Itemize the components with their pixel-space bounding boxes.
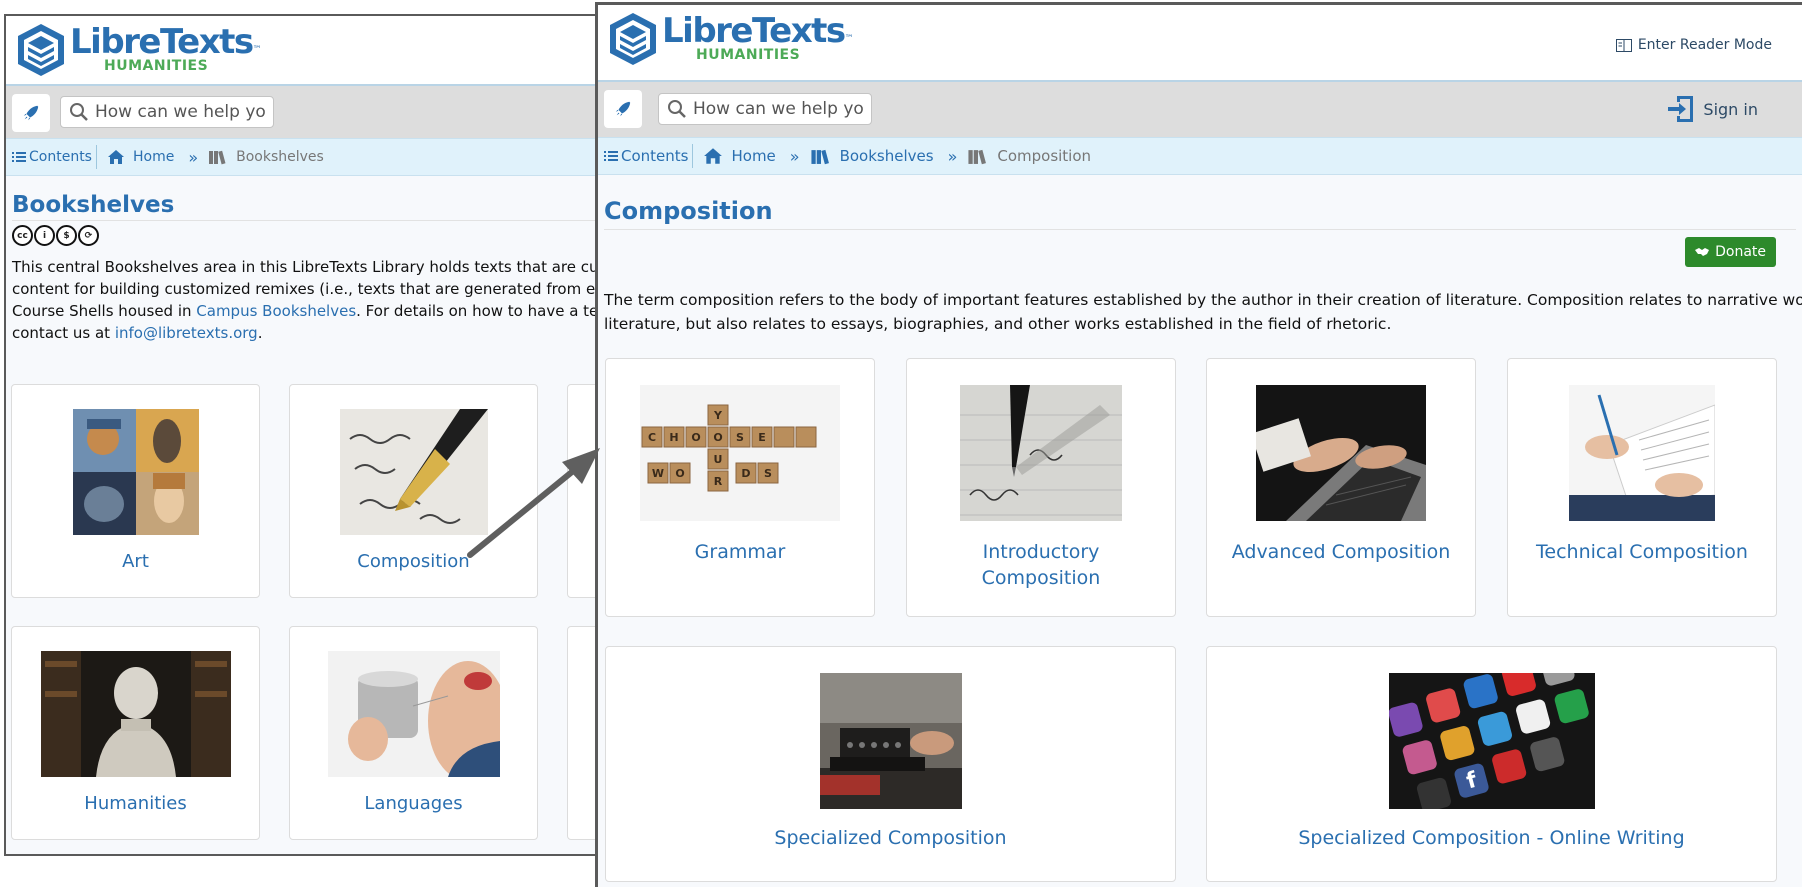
svg-text:D: D (741, 467, 750, 480)
search-icon (668, 100, 686, 118)
page-description: This central Bookshelves area in this Li… (12, 258, 692, 342)
card-specialized-composition[interactable]: Specialized Composition (605, 646, 1176, 882)
card-introductory-composition[interactable]: Introductory Composition (906, 358, 1176, 617)
libretexts-logo[interactable]: LibreTexts™ HUMANITIES (606, 11, 854, 67)
advanced-composition-thumbnail (1256, 385, 1426, 521)
card-label: Advanced Composition (1231, 541, 1451, 563)
books-icon (209, 150, 226, 165)
libretexts-logo-icon (610, 13, 656, 65)
contents-button[interactable]: Contents (598, 144, 694, 168)
svg-text:E: E (758, 431, 766, 444)
card-composition[interactable]: Composition (289, 384, 538, 598)
rocket-button[interactable] (604, 90, 642, 128)
svg-text:O: O (691, 431, 700, 444)
libretexts-logo-icon (18, 24, 64, 76)
rocket-button[interactable] (12, 94, 50, 132)
page-content: Composition (598, 175, 1802, 230)
card-technical-composition[interactable]: Technical Composition (1507, 358, 1777, 617)
sign-in-button[interactable]: Sign in (1667, 94, 1758, 124)
list-icon (604, 151, 618, 161)
card-label: Art (122, 551, 149, 572)
sa-icon: ⟳ (78, 225, 99, 246)
search-input[interactable] (95, 102, 265, 122)
card-humanities[interactable]: Humanities (11, 626, 260, 840)
card-label: Humanities (84, 793, 187, 814)
chevron-right-icon: » (789, 146, 800, 166)
donate-button[interactable]: Donate (1685, 237, 1776, 267)
card-label: Technical Composition (1536, 541, 1748, 563)
breadcrumb-composition[interactable]: Composition (967, 147, 1091, 165)
sign-in-icon (1668, 96, 1694, 122)
campus-bookshelves-link[interactable]: Campus Bookshelves (196, 302, 356, 320)
humanities-thumbnail (40, 651, 231, 777)
search-icon (70, 103, 88, 121)
svg-text:H: H (669, 431, 678, 444)
card-label: Grammar (694, 541, 786, 563)
by-icon: i (34, 225, 55, 246)
contents-button[interactable]: Contents (6, 145, 97, 169)
chevron-right-icon: » (947, 146, 958, 166)
svg-text:Y: Y (713, 409, 723, 422)
list-icon (12, 152, 26, 162)
rocket-icon (615, 101, 631, 117)
svg-text:C: C (648, 431, 656, 444)
card-languages[interactable]: Languages (289, 626, 538, 840)
technical-composition-thumbnail (1569, 385, 1715, 521)
introductory-composition-thumbnail (960, 385, 1122, 521)
page-title: Bookshelves (12, 192, 696, 221)
svg-text:S: S (736, 431, 744, 444)
card-advanced-composition[interactable]: Advanced Composition (1206, 358, 1476, 617)
composition-thumbnail (339, 409, 488, 535)
reader-mode-button[interactable]: Enter Reader Mode (1615, 37, 1772, 53)
site-header: LibreTexts™ HUMANITIES Enter Reader Mode (598, 5, 1802, 82)
grammar-thumbnail: CHOOSE YUR WODS (640, 385, 840, 521)
svg-text:S: S (764, 467, 772, 480)
books-icon (968, 149, 987, 164)
card-label: Specialized Composition - Online Writing (1298, 827, 1685, 849)
card-grammar[interactable]: CHOOSE YUR WODS Grammar (605, 358, 875, 617)
toolbar: Sign in (598, 82, 1802, 137)
svg-text:R: R (714, 475, 723, 488)
breadcrumb-bookshelves[interactable]: Bookshelves (810, 147, 934, 165)
card-art[interactable]: Art (11, 384, 260, 598)
cc-icon: cc (12, 225, 33, 246)
search-box[interactable] (658, 93, 872, 125)
languages-thumbnail (327, 651, 500, 777)
breadcrumb-home[interactable]: Home (107, 149, 174, 165)
composition-window: LibreTexts™ HUMANITIES Enter Reader Mode… (595, 2, 1802, 887)
home-icon (704, 148, 723, 164)
books-icon (811, 149, 829, 164)
svg-text:W: W (652, 467, 664, 480)
card-label: Languages (364, 793, 463, 814)
svg-text:O: O (713, 431, 722, 444)
breadcrumb-bookshelves[interactable]: Bookshelves (208, 149, 324, 165)
book-open-icon (1615, 38, 1632, 52)
libretexts-logo[interactable]: LibreTexts™ HUMANITIES (14, 22, 262, 78)
card-label: Specialized Composition (774, 827, 1007, 849)
rocket-icon (23, 105, 39, 121)
home-icon (107, 150, 124, 164)
specialized-composition-thumbnail (819, 673, 962, 809)
search-box[interactable] (60, 96, 274, 128)
online-writing-thumbnail: f (1388, 673, 1595, 809)
search-input[interactable] (693, 99, 863, 119)
breadcrumb-home[interactable]: Home (703, 147, 776, 165)
nc-icon: $ (56, 225, 77, 246)
email-link[interactable]: info@libretexts.org (115, 324, 258, 342)
svg-text:O: O (675, 467, 684, 480)
card-label: Composition (357, 551, 470, 572)
page-description: The term composition refers to the body … (604, 291, 1802, 333)
breadcrumb: Contents Home » Bookshelves » Compositio… (598, 137, 1802, 175)
card-specialized-composition-online-writing[interactable]: f Specialized Composition - Online Writi… (1206, 646, 1777, 882)
art-thumbnail (72, 409, 199, 535)
card-label: Introductory Composition (981, 541, 1101, 589)
handshake-icon (1695, 248, 1710, 256)
license-badges[interactable]: cc i $ ⟳ (12, 225, 696, 246)
svg-text:U: U (714, 453, 723, 466)
page-title: Composition (604, 197, 1796, 230)
chevron-right-icon: » (188, 147, 199, 167)
